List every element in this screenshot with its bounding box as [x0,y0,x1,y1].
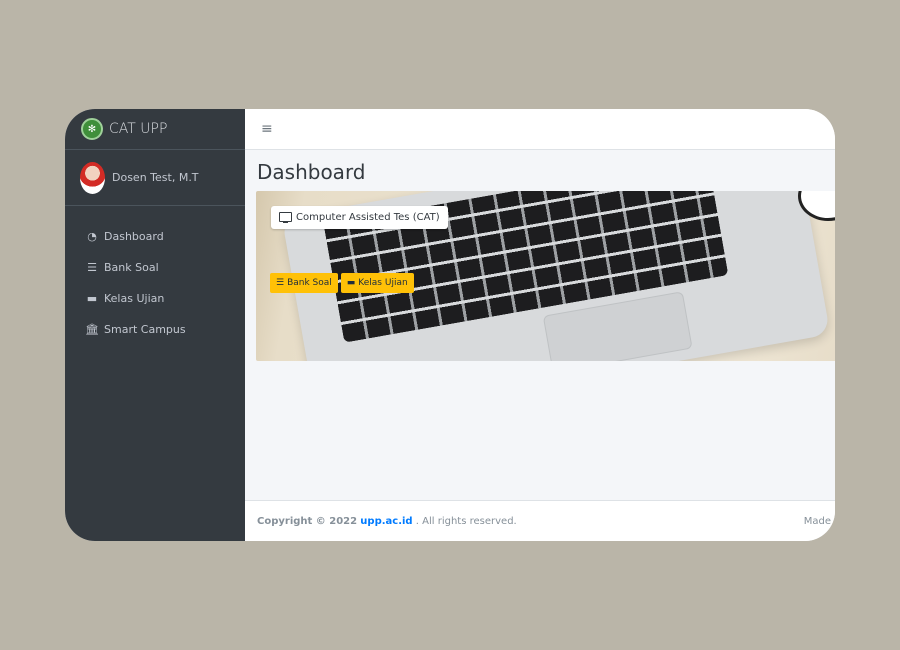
sidebar-item-bank-soal[interactable]: ☰ Bank Soal [65,252,245,283]
cat-title-badge: Computer Assisted Tes (CAT) [271,206,448,229]
avatar [80,161,105,194]
folder-icon: ▬ [346,278,356,288]
top-navbar: ≡ [245,109,835,150]
folder-icon: ▬ [86,292,98,305]
monitor-icon [279,211,292,223]
sidebar-item-label: Dashboard [104,230,164,243]
sidebar-item-label: Kelas Ujian [104,292,165,305]
user-panel[interactable]: Dosen Test, M.T [65,150,245,206]
copyright-prefix: Copyright © 2022 [257,515,358,527]
footer-copyright: Copyright © 2022 upp.ac.id . All rights … [257,516,517,527]
sidebar-item-dashboard[interactable]: ◔ Dashboard [65,221,245,252]
hamburger-menu-icon[interactable]: ≡ [261,121,273,137]
list-icon: ☰ [87,261,97,274]
brand-title: CAT UPP [109,121,168,137]
kelas-ujian-button[interactable]: ▬ Kelas Ujian [340,273,414,293]
app-window: ✻ CAT UPP Dosen Test, M.T ◔ Dashboard ☰ … [65,109,835,541]
footer: Copyright © 2022 upp.ac.id . All rights … [245,500,835,541]
sidebar-item-kelas-ujian[interactable]: ▬ Kelas Ujian [65,283,245,314]
cat-title-label: Computer Assisted Tes (CAT) [296,212,440,223]
footer-made-with: Made [803,515,831,527]
brand-link[interactable]: ✻ CAT UPP [65,109,245,150]
sidebar-item-label: Bank Soal [104,261,159,274]
list-icon: ☰ [276,278,285,288]
bank-soal-button[interactable]: ☰ Bank Soal [270,273,338,293]
sidebar: ✻ CAT UPP Dosen Test, M.T ◔ Dashboard ☰ … [65,109,245,541]
page-title: Dashboard [257,160,366,184]
university-logo-icon: ✻ [81,118,103,140]
user-name: Dosen Test, M.T [112,171,199,184]
dashboard-gauge-icon: ◔ [87,230,97,243]
button-label: Bank Soal [287,278,332,288]
sidebar-item-smart-campus[interactable]: 🏛 Smart Campus [65,314,245,345]
hero-banner: Computer Assisted Tes (CAT) ☰ Bank Soal … [256,191,835,361]
sidebar-nav: ◔ Dashboard ☰ Bank Soal ▬ Kelas Ujian 🏛 … [65,206,245,345]
main-content: Dashboard Computer Assisted Tes (CAT) ☰ … [245,150,835,501]
footer-link[interactable]: upp.ac.id [360,516,412,527]
footer-suffix: . All rights reserved. [415,515,517,527]
university-icon: 🏛 [85,323,99,336]
button-label: Kelas Ujian [358,278,408,288]
hero-button-row: ☰ Bank Soal ▬ Kelas Ujian [270,273,414,293]
sidebar-item-label: Smart Campus [104,323,186,336]
